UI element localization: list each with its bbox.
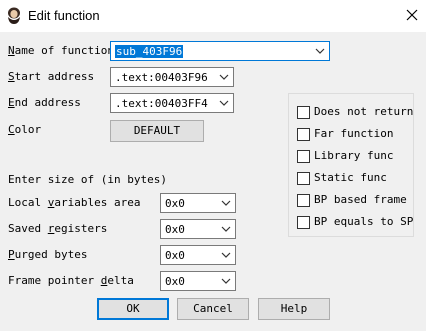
local-variables-combobox[interactable]: 0x0 (160, 193, 236, 213)
saved-registers-combobox[interactable]: 0x0 (160, 219, 236, 239)
checkbox-does-not-return[interactable]: Does not return (297, 105, 417, 121)
checkbox-box[interactable] (297, 216, 310, 229)
checkbox-library-func[interactable]: Library func (297, 149, 417, 165)
checkbox-bp-based-frame[interactable]: BP based frame (297, 193, 417, 209)
size-heading: Enter size of (in bytes) (8, 173, 167, 186)
start-address-combobox[interactable]: .text:00403F96 (110, 67, 234, 87)
purged-bytes-label: Purged bytes (8, 248, 88, 261)
start-address-label: Start address (8, 70, 95, 83)
checkbox-box[interactable] (297, 128, 310, 141)
function-name-combobox[interactable]: sub_403F96 (110, 41, 330, 61)
checkbox-bp-equals-to-sp[interactable]: BP equals to SP (297, 215, 417, 231)
saved-registers-label: Saved registers (8, 222, 108, 235)
color-default-button[interactable]: DEFAULT (110, 120, 204, 142)
chevron-down-icon (315, 48, 325, 54)
frame-pointer-delta-label: Frame pointer delta (8, 274, 134, 287)
checkbox-box[interactable] (297, 172, 310, 185)
local-variables-label: Local variables area (8, 196, 141, 209)
function-name-value: sub_403F96 (115, 45, 184, 58)
ok-button[interactable]: OK (97, 298, 169, 320)
purged-bytes-combobox[interactable]: 0x0 (160, 245, 236, 265)
chevron-down-icon (221, 278, 231, 284)
title-bar: Edit function (0, 0, 426, 32)
cancel-button[interactable]: Cancel (177, 298, 249, 320)
chevron-down-icon (221, 252, 231, 258)
chevron-down-icon (219, 100, 229, 106)
checkbox-box[interactable] (297, 150, 310, 163)
end-address-value: .text:00403FF4 (115, 97, 208, 110)
window-title: Edit function (28, 8, 100, 23)
saved-registers-value: 0x0 (165, 223, 185, 236)
name-of-function-label: Name of function (8, 44, 114, 57)
chevron-down-icon (219, 74, 229, 80)
chevron-down-icon (221, 200, 231, 206)
color-label: Color (8, 123, 42, 136)
checkbox-static-func[interactable]: Static func (297, 171, 417, 187)
checkbox-box[interactable] (297, 106, 310, 119)
end-address-label: End address (8, 96, 81, 109)
frame-pointer-delta-combobox[interactable]: 0x0 (160, 271, 236, 291)
end-address-combobox[interactable]: .text:00403FF4 (110, 93, 234, 113)
chevron-down-icon (221, 226, 231, 232)
purged-bytes-value: 0x0 (165, 249, 185, 262)
checkbox-far-function[interactable]: Far function (297, 127, 417, 143)
close-icon[interactable] (405, 8, 419, 22)
help-button[interactable]: Help (258, 298, 330, 320)
checkbox-box[interactable] (297, 194, 310, 207)
start-address-value: .text:00403F96 (115, 71, 208, 84)
ida-icon (8, 7, 20, 24)
frame-pointer-delta-value: 0x0 (165, 275, 185, 288)
local-variables-value: 0x0 (165, 197, 185, 210)
